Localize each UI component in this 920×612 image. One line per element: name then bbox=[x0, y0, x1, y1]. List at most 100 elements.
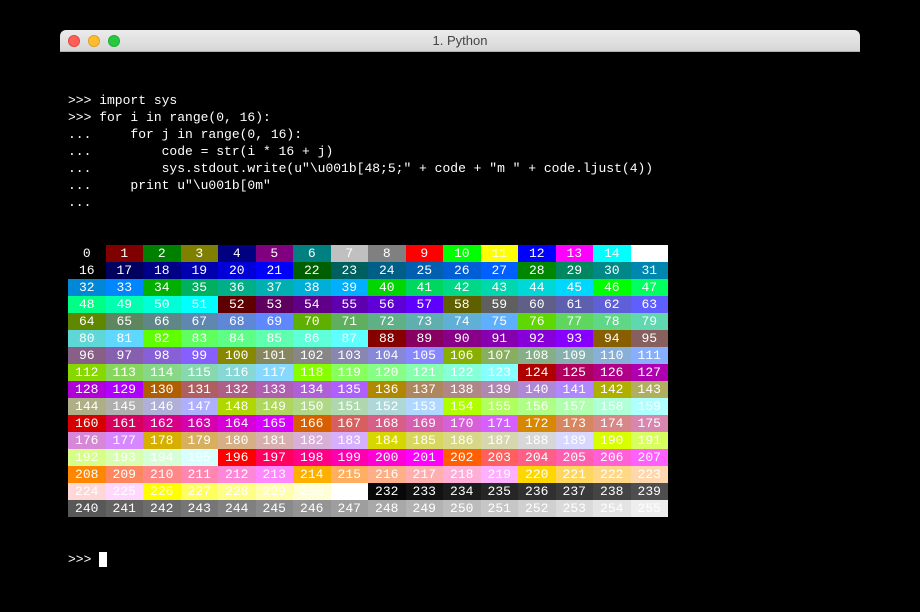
color-cell: 99 bbox=[181, 347, 219, 364]
color-cell: 35 bbox=[181, 279, 219, 296]
color-cell: 189 bbox=[556, 432, 594, 449]
color-cell: 204 bbox=[518, 449, 556, 466]
color-cell: 242 bbox=[143, 500, 181, 517]
color-cell: 53 bbox=[256, 296, 294, 313]
color-cell: 94 bbox=[593, 330, 631, 347]
color-cell: 159 bbox=[631, 398, 669, 415]
color-cell: 231 bbox=[331, 483, 369, 500]
color-cell: 5 bbox=[256, 245, 294, 262]
color-cell: 124 bbox=[518, 364, 556, 381]
color-cell: 2 bbox=[143, 245, 181, 262]
color-cell: 234 bbox=[443, 483, 481, 500]
color-cell: 161 bbox=[106, 415, 144, 432]
code-block: >>> import sys>>> for i in range(0, 16):… bbox=[68, 92, 858, 211]
color-cell: 54 bbox=[293, 296, 331, 313]
color-cell: 129 bbox=[106, 381, 144, 398]
color-cell: 80 bbox=[68, 330, 106, 347]
color-cell: 72 bbox=[368, 313, 406, 330]
color-cell: 188 bbox=[518, 432, 556, 449]
color-grid: 0123456789101112131415161718192021222324… bbox=[68, 245, 858, 517]
color-cell: 241 bbox=[106, 500, 144, 517]
color-cell: 12 bbox=[518, 245, 556, 262]
color-cell: 46 bbox=[593, 279, 631, 296]
prompt-row[interactable]: >>> bbox=[68, 551, 858, 568]
color-row: 1601611621631641651661671681691701711721… bbox=[68, 415, 858, 432]
color-cell: 149 bbox=[256, 398, 294, 415]
titlebar[interactable]: 1. Python bbox=[60, 30, 860, 52]
color-cell: 29 bbox=[556, 262, 594, 279]
color-cell: 203 bbox=[481, 449, 519, 466]
color-cell: 27 bbox=[481, 262, 519, 279]
color-cell: 11 bbox=[481, 245, 519, 262]
color-cell: 178 bbox=[143, 432, 181, 449]
color-cell: 254 bbox=[593, 500, 631, 517]
color-cell: 105 bbox=[406, 347, 444, 364]
color-cell: 0 bbox=[68, 245, 106, 262]
color-cell: 131 bbox=[181, 381, 219, 398]
color-cell: 218 bbox=[443, 466, 481, 483]
color-cell: 76 bbox=[518, 313, 556, 330]
color-cell: 97 bbox=[106, 347, 144, 364]
color-cell: 56 bbox=[368, 296, 406, 313]
color-row: 32333435363738394041424344454647 bbox=[68, 279, 858, 296]
color-cell: 147 bbox=[181, 398, 219, 415]
color-cell: 205 bbox=[556, 449, 594, 466]
color-cell: 117 bbox=[256, 364, 294, 381]
color-cell: 223 bbox=[631, 466, 669, 483]
color-cell: 19 bbox=[181, 262, 219, 279]
color-row: 1441451461471481491501511521531541551561… bbox=[68, 398, 858, 415]
color-cell: 213 bbox=[256, 466, 294, 483]
color-cell: 154 bbox=[443, 398, 481, 415]
color-cell: 224 bbox=[68, 483, 106, 500]
color-row: 1121131141151161171181191201211221231241… bbox=[68, 364, 858, 381]
color-cell: 126 bbox=[593, 364, 631, 381]
color-cell: 162 bbox=[143, 415, 181, 432]
color-cell: 237 bbox=[556, 483, 594, 500]
color-row: 1921931941951961971981992002012022032042… bbox=[68, 449, 858, 466]
color-cell: 240 bbox=[68, 500, 106, 517]
color-cell: 57 bbox=[406, 296, 444, 313]
color-cell: 65 bbox=[106, 313, 144, 330]
color-cell: 216 bbox=[368, 466, 406, 483]
color-cell: 177 bbox=[106, 432, 144, 449]
color-cell: 120 bbox=[368, 364, 406, 381]
color-cell: 14 bbox=[593, 245, 631, 262]
color-row: 1281291301311321331341351361371381391401… bbox=[68, 381, 858, 398]
color-cell: 82 bbox=[143, 330, 181, 347]
color-cell: 71 bbox=[331, 313, 369, 330]
color-cell: 132 bbox=[218, 381, 256, 398]
color-cell: 202 bbox=[443, 449, 481, 466]
color-cell: 66 bbox=[143, 313, 181, 330]
color-cell: 111 bbox=[631, 347, 669, 364]
color-cell: 68 bbox=[218, 313, 256, 330]
color-row: 2242252262272282292302312322332342352362… bbox=[68, 483, 858, 500]
color-cell: 7 bbox=[331, 245, 369, 262]
color-cell: 243 bbox=[181, 500, 219, 517]
color-cell: 110 bbox=[593, 347, 631, 364]
window-title: 1. Python bbox=[60, 33, 860, 48]
color-cell: 48 bbox=[68, 296, 106, 313]
color-cell: 185 bbox=[406, 432, 444, 449]
color-cell: 130 bbox=[143, 381, 181, 398]
color-cell: 10 bbox=[443, 245, 481, 262]
color-cell: 112 bbox=[68, 364, 106, 381]
color-cell: 181 bbox=[256, 432, 294, 449]
terminal-body[interactable]: >>> import sys>>> for i in range(0, 16):… bbox=[60, 52, 860, 612]
color-cell: 184 bbox=[368, 432, 406, 449]
color-cell: 174 bbox=[593, 415, 631, 432]
color-cell: 15 bbox=[631, 245, 669, 262]
color-cell: 186 bbox=[443, 432, 481, 449]
color-cell: 239 bbox=[631, 483, 669, 500]
color-cell: 22 bbox=[293, 262, 331, 279]
color-cell: 91 bbox=[481, 330, 519, 347]
color-cell: 63 bbox=[631, 296, 669, 313]
color-cell: 194 bbox=[143, 449, 181, 466]
color-cell: 41 bbox=[406, 279, 444, 296]
color-cell: 249 bbox=[406, 500, 444, 517]
color-cell: 229 bbox=[256, 483, 294, 500]
color-cell: 158 bbox=[593, 398, 631, 415]
color-row: 9697989910010110210310410510610710810911… bbox=[68, 347, 858, 364]
color-cell: 148 bbox=[218, 398, 256, 415]
color-cell: 176 bbox=[68, 432, 106, 449]
color-cell: 171 bbox=[481, 415, 519, 432]
